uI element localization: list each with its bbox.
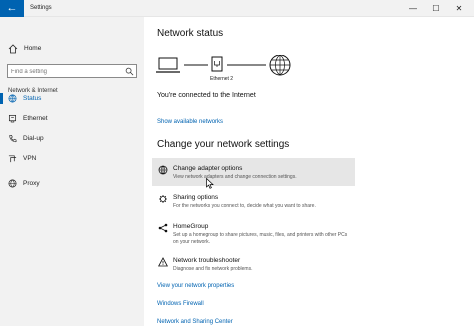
settings-window: ← Settings — ☐ ✕ Home Network & Internet: [0, 0, 474, 326]
ethernet-icon: [8, 114, 17, 123]
change-settings-heading: Change your network settings: [157, 139, 290, 150]
phone-icon: [9, 135, 17, 143]
network-sharing-center-link[interactable]: Network and Sharing Center: [157, 319, 233, 325]
network-status-heading: Network status: [157, 28, 224, 39]
main-content: Network status Ethernet 2 You're connect…: [144, 17, 474, 326]
sidebar: Home Network & Internet Status Ethernet: [0, 17, 144, 326]
view-network-properties-link[interactable]: View your network properties: [157, 283, 234, 289]
option-description: Set up a homegroup to share pictures, mu…: [173, 232, 348, 245]
close-button[interactable]: ✕: [446, 0, 472, 17]
home-nav-item[interactable]: Home: [8, 43, 138, 57]
sidebar-item-status[interactable]: Status: [0, 90, 144, 107]
change-adapter-options[interactable]: Change adapter options View network adap…: [152, 158, 355, 186]
sharing-icon: [159, 195, 167, 203]
option-title: Network troubleshooter: [173, 257, 241, 264]
ethernet-adapter-icon: [211, 56, 223, 72]
globe-icon: [8, 94, 17, 103]
sidebar-item-label: VPN: [23, 155, 37, 162]
adapter-label: Ethernet 2: [210, 76, 234, 82]
option-title: Change adapter options: [173, 165, 243, 172]
homegroup-icon: [158, 223, 168, 233]
sidebar-item-label: Ethernet: [23, 115, 48, 122]
option-description: For the networks you connect to, decide …: [173, 203, 316, 209]
option-title: Sharing options: [173, 194, 219, 201]
home-icon: [8, 44, 18, 54]
adapter-globe-icon: [158, 165, 168, 175]
search-box[interactable]: [7, 64, 137, 78]
vpn-icon: [8, 155, 17, 163]
active-indicator: [0, 93, 3, 104]
option-description: Diagnose and fix network problems.: [173, 266, 253, 272]
sidebar-item-dial-up[interactable]: Dial-up: [0, 130, 144, 147]
homegroup-option[interactable]: HomeGroup Set up a homegroup to share pi…: [152, 216, 355, 250]
connection-status-text: You're connected to the Internet: [157, 92, 256, 99]
option-title: HomeGroup: [173, 223, 209, 230]
show-available-networks-link[interactable]: Show available networks: [157, 119, 223, 125]
windows-firewall-link[interactable]: Windows Firewall: [157, 301, 204, 307]
option-description: View network adapters and change connect…: [173, 174, 297, 180]
search-input[interactable]: [11, 66, 121, 77]
internet-globe-icon: [269, 55, 291, 76]
laptop-icon: [156, 57, 180, 73]
sidebar-item-label: Proxy: [23, 180, 40, 187]
sidebar-item-ethernet[interactable]: Ethernet: [0, 110, 144, 127]
warning-icon: [158, 257, 168, 267]
sidebar-item-proxy[interactable]: Proxy: [0, 175, 144, 192]
home-label: Home: [24, 45, 42, 52]
sidebar-item-vpn[interactable]: VPN: [0, 150, 144, 167]
window-title: Settings: [30, 5, 52, 11]
back-button[interactable]: ←: [0, 0, 24, 17]
search-icon[interactable]: [125, 67, 134, 76]
sidebar-item-label: Status: [23, 95, 42, 102]
mouse-cursor-icon: [206, 178, 214, 189]
title-bar: ← Settings — ☐ ✕: [0, 0, 474, 17]
globe-icon: [8, 179, 17, 188]
sidebar-item-label: Dial-up: [23, 135, 44, 142]
network-troubleshooter-option[interactable]: Network troubleshooter Diagnose and fix …: [152, 250, 355, 278]
sharing-options[interactable]: Sharing options For the networks you con…: [152, 187, 355, 215]
